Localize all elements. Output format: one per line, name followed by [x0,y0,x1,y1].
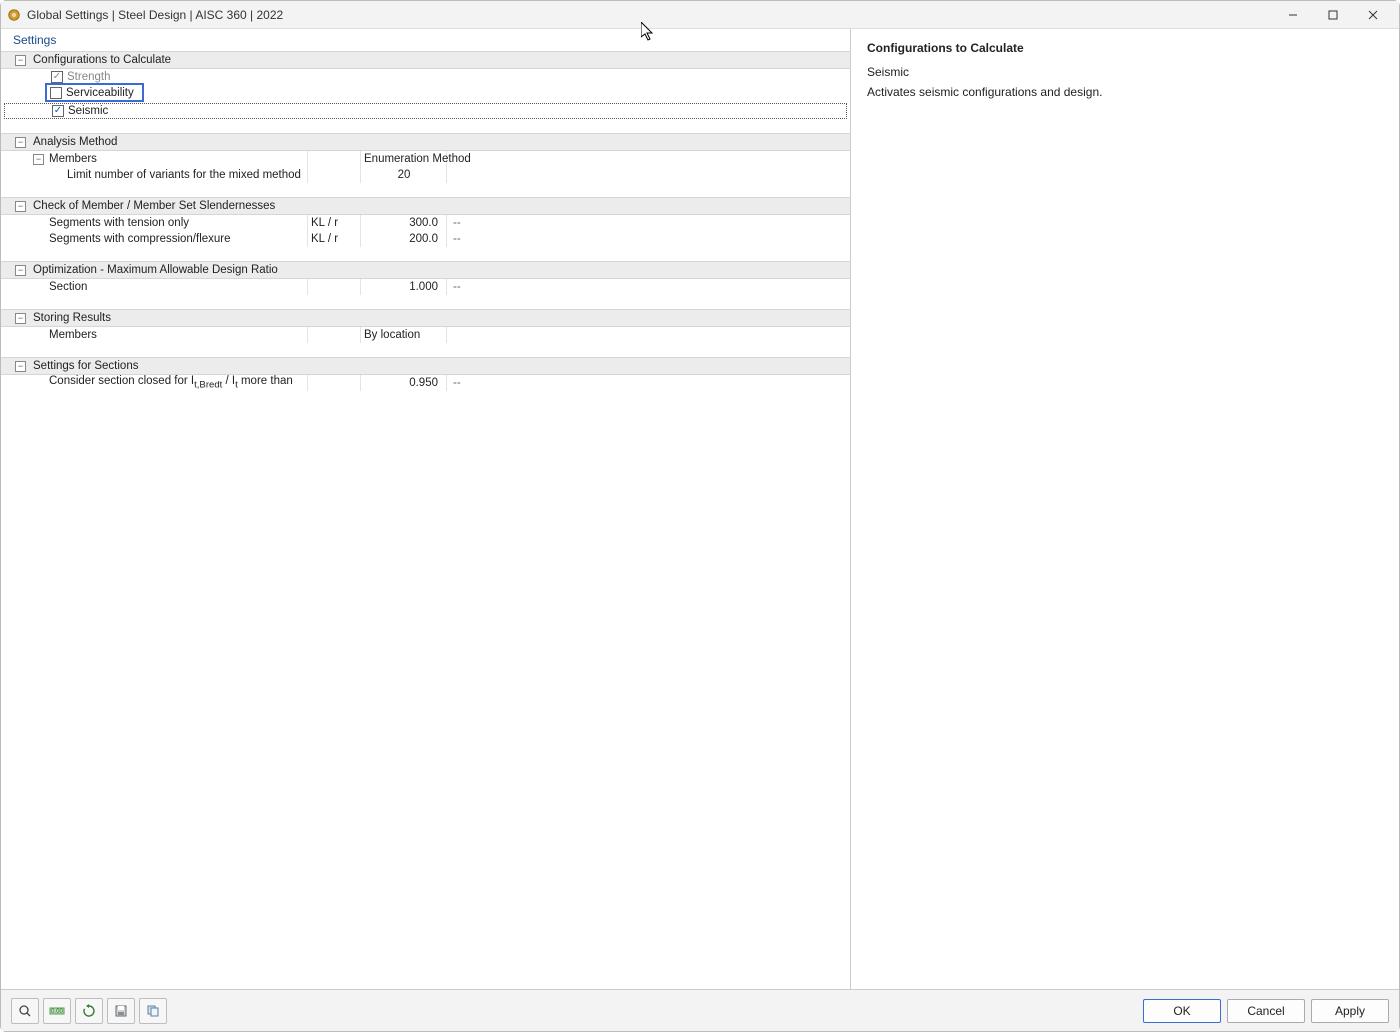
closed-value: 0.950 [364,377,444,389]
seismic-label: Seismic [68,105,108,117]
collapse-icon[interactable]: − [15,361,26,372]
settings-grid: − Configurations to Calculate Strength S… [1,51,850,989]
section-value: 1.000 [364,281,444,293]
settings-panel: Settings − Configurations to Calculate S… [1,29,851,989]
config-seismic-row[interactable]: Seismic [4,103,847,119]
apply-button[interactable]: Apply [1311,999,1389,1023]
collapse-icon[interactable]: − [15,265,26,276]
help-panel: Configurations to Calculate Seismic Acti… [851,29,1399,989]
help-title: Configurations to Calculate [867,41,1383,55]
collapse-icon[interactable]: − [33,154,44,165]
group-storing[interactable]: − Storing Results [1,309,850,327]
group-sections[interactable]: − Settings for Sections [1,357,850,375]
footer: 0.00 OK Cancel Apply [1,989,1399,1031]
optimization-section-row[interactable]: Section 1.000 -- [1,279,850,295]
sections-closed-row[interactable]: Consider section closed for It,Bredt / I… [1,375,850,391]
storing-members-row[interactable]: Members By location [1,327,850,343]
serviceability-checkbox[interactable] [50,87,62,99]
group-configurations[interactable]: − Configurations to Calculate [1,51,850,69]
maximize-button[interactable] [1313,1,1353,29]
cancel-button[interactable]: Cancel [1227,999,1305,1023]
serviceability-label: Serviceability [66,87,138,99]
seismic-checkbox[interactable] [52,105,64,117]
collapse-icon[interactable]: − [15,137,26,148]
ok-button[interactable]: OK [1143,999,1221,1023]
units-tool-button[interactable]: 0.00 [43,998,71,1024]
help-description: Activates seismic configurations and des… [867,85,1383,99]
analysis-limit-row[interactable]: Limit number of variants for the mixed m… [1,167,850,183]
save-tool-button[interactable] [107,998,135,1024]
help-selected: Seismic [867,65,1383,79]
collapse-icon[interactable]: − [15,55,26,66]
group-slenderness[interactable]: − Check of Member / Member Set Slenderne… [1,197,850,215]
config-serviceability-row[interactable]: Serviceability [1,85,850,103]
analysis-method-value: Enumeration Method [364,153,471,165]
search-tool-button[interactable] [11,998,39,1024]
analysis-members-row[interactable]: − Members Enumeration Method [1,151,850,167]
window-title: Global Settings | Steel Design | AISC 36… [27,8,283,22]
group-optimization[interactable]: − Optimization - Maximum Allowable Desig… [1,261,850,279]
closed-label: Consider section closed for It,Bredt / I… [49,375,293,390]
slenderness-compression-row[interactable]: Segments with compression/flexure KL / r… [1,231,850,247]
collapse-icon[interactable]: − [15,313,26,324]
slenderness-tension-row[interactable]: Segments with tension only KL / r 300.0 … [1,215,850,231]
svg-text:0.00: 0.00 [51,1009,63,1015]
reset-tool-button[interactable] [75,998,103,1024]
titlebar: Global Settings | Steel Design | AISC 36… [1,1,1399,29]
copy-tool-button[interactable] [139,998,167,1024]
app-icon [7,8,21,22]
settings-tab[interactable]: Settings [1,29,850,51]
compression-value: 200.0 [364,233,444,245]
close-button[interactable] [1353,1,1393,29]
strength-label: Strength [67,71,110,83]
tension-value: 300.0 [364,217,444,229]
limit-value: 20 [364,169,444,181]
minimize-button[interactable] [1273,1,1313,29]
strength-checkbox[interactable] [51,71,63,83]
collapse-icon[interactable]: − [15,201,26,212]
storing-value: By location [364,329,420,341]
group-analysis[interactable]: − Analysis Method [1,133,850,151]
serviceability-highlight: Serviceability [45,83,144,102]
